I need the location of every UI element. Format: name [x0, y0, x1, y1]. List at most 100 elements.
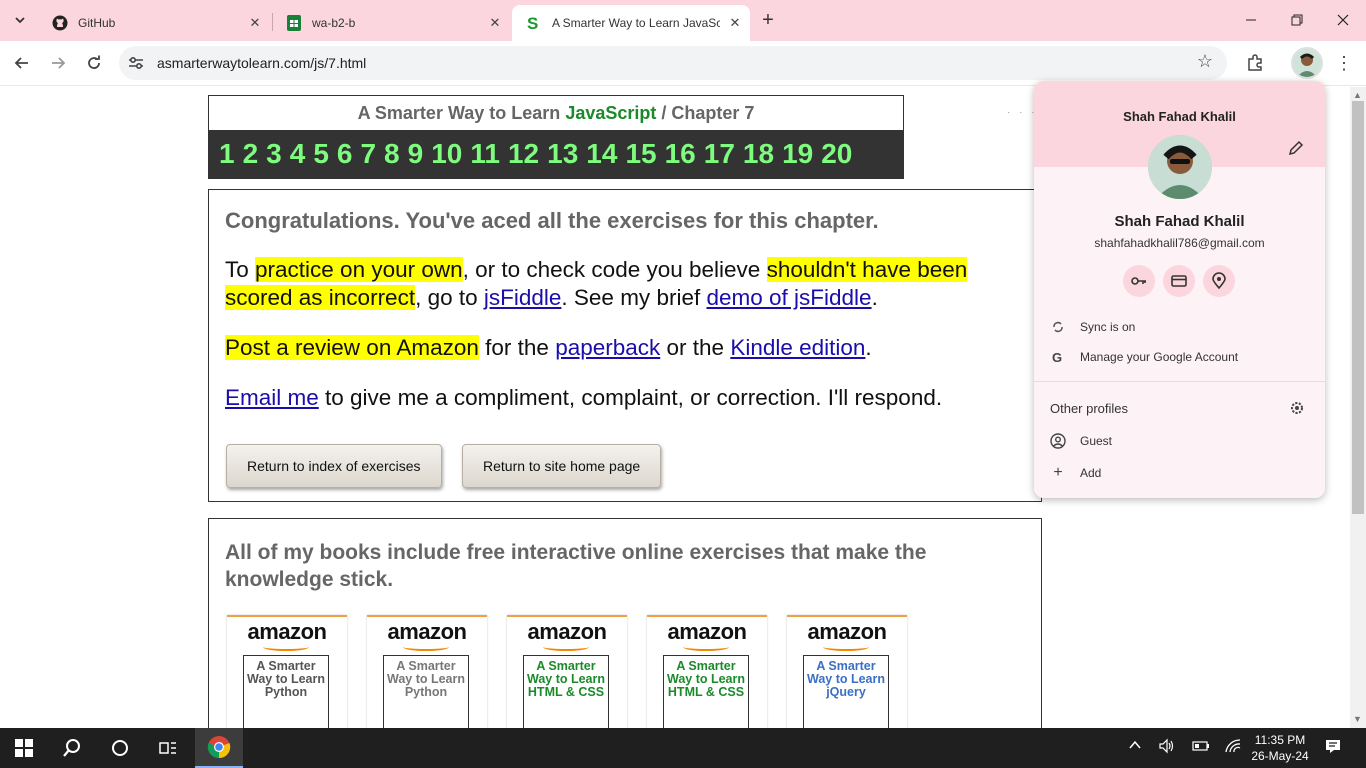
paperback-link[interactable]: paperback: [555, 335, 660, 360]
profile-email: shahfahadkhalil786@gmail.com: [1094, 236, 1265, 250]
chapter-link[interactable]: 3: [266, 138, 282, 170]
scroll-thumb[interactable]: [1352, 101, 1364, 514]
book-card[interactable]: amazon A Smarter Way to Learn HTML & CSS: [647, 615, 767, 728]
page-scrollbar[interactable]: ▲ ▼: [1350, 87, 1366, 728]
text: .: [871, 285, 878, 310]
chapter-link[interactable]: 11: [470, 138, 500, 170]
github-icon: [52, 15, 68, 31]
add-profile-row[interactable]: + Add: [1034, 458, 1325, 488]
chapter-link[interactable]: 8: [384, 138, 400, 170]
sync-status-row[interactable]: Sync is on: [1034, 312, 1325, 342]
book-cover: A Smarter Way to Learn Python: [383, 655, 469, 728]
bookmark-star-icon[interactable]: ☆: [1197, 51, 1213, 72]
book-card[interactable]: amazon A Smarter Way to Learn jQuery: [787, 615, 907, 728]
edit-pencil-icon[interactable]: [1287, 139, 1305, 157]
chapter-link[interactable]: 6: [337, 138, 353, 170]
manage-account-label: Manage your Google Account: [1080, 350, 1239, 364]
tab-github[interactable]: GitHub ✕: [38, 5, 270, 41]
jsfiddle-demo-link[interactable]: demo of jsFiddle: [706, 285, 871, 310]
scroll-up-arrow-icon[interactable]: ▲: [1353, 90, 1362, 100]
return-home-button[interactable]: Return to site home page: [462, 444, 662, 488]
practice-paragraph: To practice on your own, or to check cod…: [225, 256, 1025, 312]
profile-avatar-button[interactable]: [1291, 47, 1323, 79]
kindle-link[interactable]: Kindle edition: [730, 335, 865, 360]
tab-sheet[interactable]: wa-b2-b ✕: [272, 5, 510, 41]
tab-title: GitHub: [78, 16, 116, 30]
guest-profile-row[interactable]: Guest: [1034, 426, 1325, 456]
windows-start-icon[interactable]: [0, 728, 48, 768]
menu-divider: [1034, 381, 1325, 382]
cortana-circle-icon[interactable]: [96, 728, 144, 768]
reload-icon[interactable]: [79, 48, 109, 78]
chapter-link[interactable]: 14: [586, 138, 617, 170]
chapter-link[interactable]: 20: [821, 138, 852, 170]
gear-icon[interactable]: [1289, 400, 1305, 416]
chapter-link[interactable]: 19: [782, 138, 813, 170]
tab-title: A Smarter Way to Learn JavaScript: [552, 16, 720, 30]
forward-arrow-icon[interactable]: [43, 48, 73, 78]
chapter-link[interactable]: 7: [360, 138, 376, 170]
return-to-index-button[interactable]: Return to index of exercises: [226, 444, 442, 488]
url-text[interactable]: asmarterwaytolearn.com/js/7.html: [157, 55, 366, 71]
search-icon[interactable]: [48, 728, 96, 768]
minimize-button[interactable]: [1228, 0, 1274, 40]
chapter-link[interactable]: 2: [243, 138, 259, 170]
sync-icon: [1050, 319, 1066, 335]
book-cover: A Smarter Way to Learn HTML & CSS: [523, 655, 609, 728]
notification-icon[interactable]: [1324, 738, 1342, 757]
chapter-link[interactable]: 17: [704, 138, 735, 170]
text: . See my brief: [561, 285, 707, 310]
passwords-key-icon[interactable]: [1123, 265, 1155, 297]
email-link[interactable]: Email me: [225, 385, 319, 410]
amazon-smile-icon: [683, 643, 729, 651]
book-cover: A Smarter Way to Learn Python: [243, 655, 329, 728]
close-tab-icon[interactable]: ✕: [486, 14, 504, 32]
chapter-link[interactable]: 15: [625, 138, 656, 170]
addresses-pin-icon[interactable]: [1203, 265, 1235, 297]
new-tab-plus-icon[interactable]: +: [757, 9, 779, 31]
battery-icon[interactable]: [1192, 738, 1210, 757]
taskbar-clock[interactable]: 11:35 PM 26-May-24: [1250, 732, 1310, 764]
book-card[interactable]: amazon A Smarter Way to Learn HTML & CSS: [507, 615, 627, 728]
page-title: A Smarter Way to Learn JavaScript / Chap…: [209, 96, 903, 130]
congrats-heading: Congratulations. You've aced all the exe…: [225, 208, 879, 233]
text: , go to: [415, 285, 484, 310]
chapter-link[interactable]: 16: [665, 138, 696, 170]
chapter-link[interactable]: 5: [313, 138, 329, 170]
close-window-button[interactable]: [1320, 0, 1366, 40]
svg-text:S: S: [527, 15, 538, 31]
tray-chevron-up-icon[interactable]: [1128, 738, 1142, 755]
extensions-puzzle-icon[interactable]: [1240, 48, 1270, 78]
manage-account-row[interactable]: G Manage your Google Account: [1034, 342, 1325, 372]
tab-search-button[interactable]: [9, 9, 31, 31]
back-arrow-icon[interactable]: [7, 48, 37, 78]
title-separator: /: [656, 103, 672, 123]
task-view-icon[interactable]: [144, 728, 192, 768]
chapter-link[interactable]: 13: [547, 138, 578, 170]
payment-card-icon[interactable]: [1163, 265, 1195, 297]
address-bar[interactable]: asmarterwaytolearn.com/js/7.html ☆: [119, 46, 1227, 80]
chrome-icon[interactable]: [195, 728, 243, 768]
close-tab-icon[interactable]: ✕: [246, 14, 264, 32]
site-info-icon[interactable]: [127, 54, 145, 72]
restore-button[interactable]: [1274, 0, 1320, 40]
chapter-link[interactable]: 12: [508, 138, 539, 170]
volume-icon[interactable]: [1158, 738, 1176, 757]
chapter-link[interactable]: 10: [431, 138, 462, 170]
chapter-link[interactable]: 4: [290, 138, 306, 170]
book-card[interactable]: amazon A Smarter Way to Learn Python: [227, 615, 347, 728]
scroll-down-arrow-icon[interactable]: ▼: [1353, 714, 1362, 724]
book-card[interactable]: amazon A Smarter Way to Learn Python: [367, 615, 487, 728]
congrats-panel: Congratulations. You've aced all the exe…: [208, 189, 1042, 502]
close-tab-icon[interactable]: ✕: [726, 14, 744, 32]
chapter-link[interactable]: 1: [219, 138, 235, 170]
chapter-link[interactable]: 18: [743, 138, 774, 170]
highlight-text: Post a review on Amazon: [225, 335, 479, 360]
browser-menu-icon[interactable]: ⋮: [1329, 48, 1359, 78]
chapter-header: A Smarter Way to Learn JavaScript / Chap…: [208, 95, 904, 179]
jsfiddle-link[interactable]: jsFiddle: [484, 285, 562, 310]
email-paragraph: Email me to give me a compliment, compla…: [225, 384, 1025, 412]
wifi-icon[interactable]: [1224, 738, 1242, 757]
chapter-link[interactable]: 9: [408, 138, 424, 170]
tab-javascript-chapter[interactable]: S A Smarter Way to Learn JavaScript ✕: [512, 5, 750, 41]
